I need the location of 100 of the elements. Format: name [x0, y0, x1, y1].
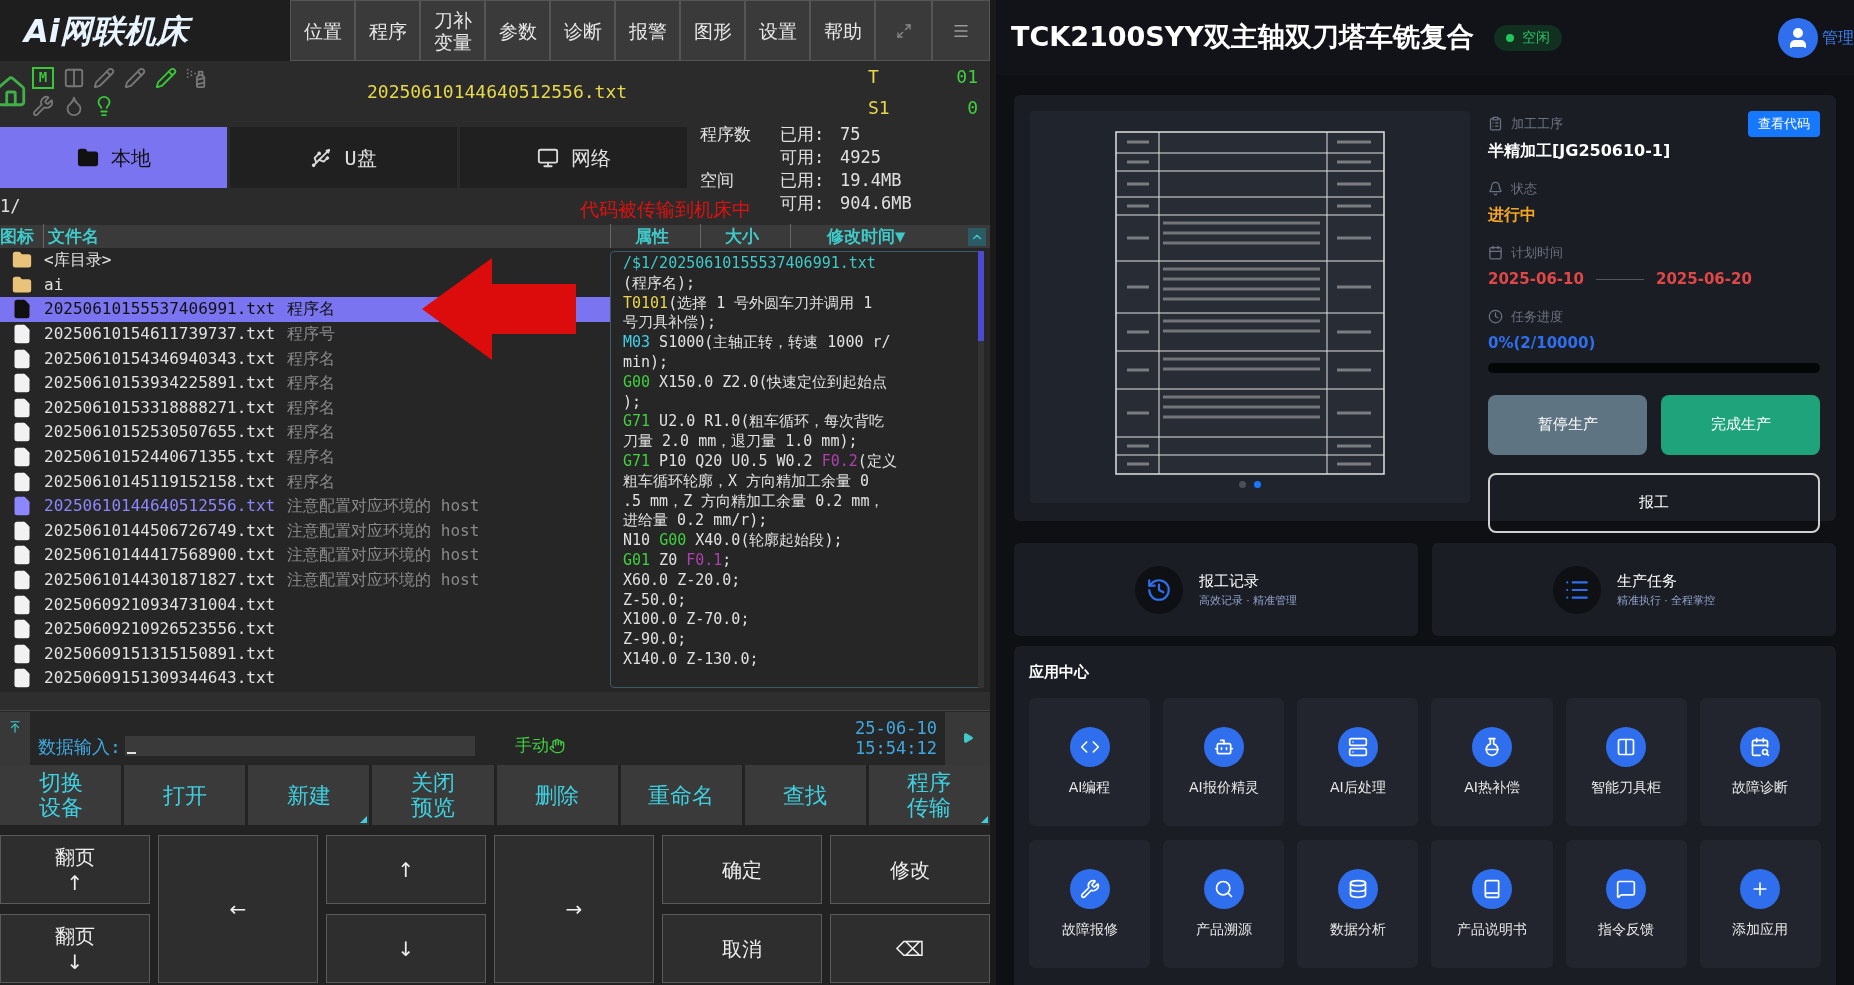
avatar[interactable]	[1778, 17, 1818, 58]
clipboard-icon	[1488, 116, 1503, 132]
app-tile[interactable]: 产品溯源	[1163, 840, 1285, 968]
keypad-key[interactable]: 取消	[662, 914, 822, 983]
annotation-text: 代码被传输到机床中	[580, 197, 751, 222]
storage-tab[interactable]: U盘	[230, 127, 457, 188]
wrench-icon	[1069, 868, 1110, 909]
file-row[interactable]: 20250610144417568900.txt 注意配置对应环境的 host	[0, 543, 484, 568]
file-row[interactable]: ai	[0, 272, 68, 298]
shortcut-card[interactable]: 生产任务 精准执行 · 全程掌控	[1432, 543, 1836, 636]
file-row[interactable]: 20250610144506726749.txt 注意配置对应环境的 host	[0, 518, 484, 544]
home-icon[interactable]	[0, 74, 28, 109]
keypad-key[interactable]: 翻页 ↑	[0, 835, 150, 904]
keypad-key[interactable]: 确定	[662, 835, 822, 904]
menu-tab[interactable]: 诊断	[550, 0, 615, 61]
menu-button[interactable]	[932, 0, 990, 61]
code-line: G71 U2.0 R1.0(粗车循环，每次背吃	[623, 412, 886, 433]
keypad-key[interactable]: ↑	[326, 835, 486, 904]
app-tile[interactable]: AI热补偿	[1431, 698, 1553, 826]
scroll-up-button[interactable]	[968, 227, 986, 246]
code-line: N10 G00 X40.0(轮廓起始段);	[623, 531, 844, 551]
section-title: 应用中心	[1029, 663, 1089, 681]
file-row[interactable]: 20250610154346940343.txt 程序名	[0, 346, 340, 371]
field-label: 计划时间	[1511, 243, 1563, 262]
file-name: 20250609151315150891.txt	[44, 642, 276, 665]
app-tile[interactable]: 指令反馈	[1565, 840, 1687, 968]
column-header[interactable]: 文件名	[44, 223, 610, 250]
file-note: 程序名	[287, 396, 336, 419]
app-tile[interactable]: 智能刀具柜	[1565, 698, 1687, 826]
menu-tab[interactable]: 设置	[745, 0, 810, 61]
file-row[interactable]: 20250609151309344643.txt	[0, 666, 280, 691]
scrollbar-thumb[interactable]	[978, 251, 984, 341]
softkey[interactable]: 切换 设备	[0, 765, 122, 825]
file-row[interactable]: 20250610145119152158.txt 程序名	[0, 469, 340, 494]
plus-icon	[1740, 868, 1781, 909]
view-code-button[interactable]: 查看代码	[1748, 111, 1820, 137]
file-row[interactable]: <库目录>	[0, 248, 116, 273]
file-row[interactable]: 20250610152440671355.txt 程序名	[0, 444, 340, 470]
data-input-field[interactable]	[124, 736, 475, 756]
app-tile[interactable]: 产品说明书	[1431, 840, 1553, 968]
menu-tab[interactable]: 参数	[485, 0, 550, 61]
pause-button[interactable]: 暂停生产	[1488, 394, 1647, 455]
file-name: 20250610153934225891.txt	[44, 372, 276, 395]
process-value: 半精加工[JG250610-1]	[1488, 140, 1672, 162]
file-note: 程序名	[287, 372, 336, 395]
file-row[interactable]: 20250610153318888271.txt 程序名	[0, 395, 340, 421]
field-label: 任务进度	[1511, 307, 1563, 326]
code-line: 粗车循环轮廓，X 方向精加工余量 0	[623, 471, 871, 492]
app-tile[interactable]: 数据分析	[1297, 840, 1419, 968]
app-tile[interactable]: AI编程	[1029, 698, 1151, 826]
softkey[interactable]: 打开	[124, 765, 246, 825]
menu-tab[interactable]: 图形	[680, 0, 745, 61]
hand-icon	[548, 738, 565, 754]
file-note: 注意配置对应环境的 host	[287, 544, 480, 567]
stat-free-value: 904.6MB	[840, 192, 913, 215]
monitor-icon	[536, 146, 559, 169]
app-tile[interactable]: 故障报修	[1029, 840, 1151, 968]
keypad-key[interactable]: ⌫	[830, 914, 990, 983]
softkey[interactable]: 新建	[248, 765, 370, 825]
keypad-key[interactable]: →	[494, 835, 654, 983]
softkey[interactable]: 程序 传输	[868, 765, 990, 825]
app-tile[interactable]: AI报价精灵	[1163, 698, 1285, 826]
softkey[interactable]: 查找	[744, 765, 866, 825]
card-subtitle: 精准执行 · 全程掌控	[1616, 592, 1716, 609]
softkey[interactable]: 关闭 预览	[372, 765, 494, 825]
keypad-key[interactable]: ←	[158, 835, 318, 983]
app-tile[interactable]: AI后处理	[1297, 698, 1419, 826]
code-line: /$1/20250610155537406991.txt	[623, 254, 877, 274]
keypad-key[interactable]: 翻页 ↓	[0, 914, 150, 983]
shortcut-card[interactable]: 报工记录 高效记录 · 精准管理	[1014, 543, 1418, 636]
usb-icon	[310, 146, 333, 169]
readout-value: 0	[967, 95, 978, 120]
file-row[interactable]: 20250609210934731004.txt	[0, 592, 280, 617]
keypad-key[interactable]: ↓	[326, 914, 486, 983]
keypad-key[interactable]: 修改	[830, 835, 990, 904]
file-row[interactable]: 20250609210926523556.txt	[0, 616, 280, 642]
file-row[interactable]: 20250610154611739737.txt 程序号	[0, 321, 340, 347]
next-button[interactable]	[945, 711, 990, 765]
storage-tab[interactable]: 网络	[460, 127, 687, 188]
storage-tab[interactable]: 本地	[0, 127, 227, 188]
menu-tab[interactable]: 程序	[355, 0, 420, 61]
document-carousel[interactable]	[1030, 111, 1470, 503]
file-row[interactable]: 20250610144640512556.txt 注意配置对应环境的 host	[0, 493, 484, 519]
file-row[interactable]: 20250610144301871827.txt 注意配置对应环境的 host	[0, 567, 484, 593]
report-button[interactable]: 报工	[1488, 472, 1820, 533]
menu-tab[interactable]: 帮助	[810, 0, 875, 61]
menu-tab[interactable]: 位置	[290, 0, 355, 61]
input-toggle-button[interactable]	[0, 711, 30, 765]
app-tile[interactable]: 添加应用	[1699, 840, 1821, 968]
app-tile[interactable]: 故障诊断	[1699, 698, 1821, 826]
current-filename: 20250610144640512556.txt	[367, 80, 628, 104]
file-row[interactable]: 20250609151315150891.txt	[0, 641, 280, 667]
file-note: 程序名	[287, 446, 336, 469]
menu-tab[interactable]: 报警	[615, 0, 680, 61]
file-row[interactable]: 20250610152530507655.txt 程序名	[0, 420, 340, 445]
user-name[interactable]: 管理	[1822, 25, 1854, 50]
file-row[interactable]: 20250610153934225891.txt 程序名	[0, 370, 340, 396]
menu-tab[interactable]: 刀补 变量	[420, 0, 485, 61]
softkey[interactable]: 重命名	[620, 765, 742, 825]
softkey[interactable]: 删除	[496, 765, 618, 825]
